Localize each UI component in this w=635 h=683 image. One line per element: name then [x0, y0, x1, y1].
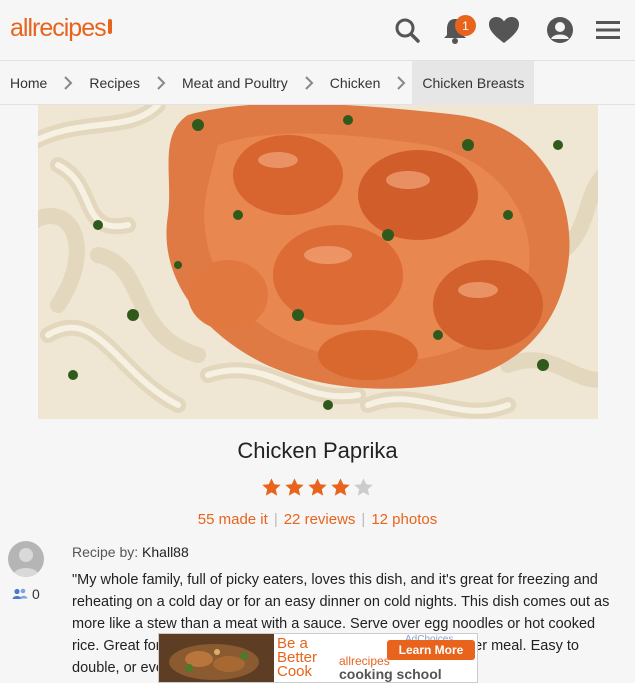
- star-icon: [308, 478, 327, 496]
- logo-mark: [107, 19, 112, 34]
- reviews-link[interactable]: 22 reviews: [284, 511, 356, 528]
- breadcrumb-chicken-breasts[interactable]: Chicken Breasts: [412, 60, 535, 105]
- chevron-right-icon: [390, 75, 412, 90]
- profile-button[interactable]: [543, 13, 577, 47]
- divider: |: [361, 511, 366, 528]
- followers-icon: [12, 588, 28, 599]
- breadcrumb-meat-and-poultry[interactable]: Meat and Poultry: [172, 61, 298, 105]
- chevron-right-icon: [57, 75, 79, 90]
- search-button[interactable]: [390, 13, 424, 47]
- menu-button[interactable]: [591, 13, 625, 47]
- cooking-school-ad[interactable]: Be a Better Cook AdChoices Learn More al…: [158, 633, 478, 683]
- breadcrumb-recipes[interactable]: Recipes: [79, 61, 150, 105]
- ad-food-image: [159, 634, 274, 682]
- ad-subtitle: cooking school: [339, 666, 442, 682]
- chicken-paprika-image: [38, 105, 598, 419]
- recipe-by: Recipe by: Khall88: [72, 544, 189, 560]
- menu-icon: [596, 21, 620, 39]
- breadcrumb-chicken[interactable]: Chicken: [320, 61, 391, 105]
- star-icon: [354, 478, 373, 496]
- favorites-button[interactable]: [487, 13, 521, 47]
- allrecipes-logo[interactable]: allrecipes: [10, 14, 112, 43]
- logo-text: allrecipes: [10, 14, 107, 42]
- heart-icon: [489, 17, 519, 43]
- search-icon: [395, 18, 420, 43]
- recipe-photo[interactable]: [38, 105, 598, 419]
- breadcrumb-home[interactable]: Home: [0, 61, 57, 105]
- recipe-stats: 55 made it | 22 reviews | 12 photos: [0, 511, 635, 528]
- followers-count[interactable]: 0: [12, 586, 40, 602]
- divider: |: [273, 511, 278, 528]
- avatar-icon: [12, 548, 40, 577]
- notification-badge: 1: [455, 15, 476, 36]
- author-name[interactable]: Khall88: [142, 544, 189, 560]
- author-avatar[interactable]: [8, 541, 44, 577]
- chevron-right-icon: [298, 75, 320, 90]
- rating-stars[interactable]: [261, 477, 374, 499]
- ad-headline: Be a Better Cook: [277, 635, 318, 680]
- chevron-right-icon: [150, 75, 172, 90]
- recipe-title: Chicken Paprika: [237, 438, 398, 463]
- star-icon: [285, 478, 304, 496]
- profile-icon: [547, 17, 573, 43]
- star-icon: [262, 478, 281, 496]
- learn-more-button[interactable]: Learn More: [387, 640, 475, 660]
- recipe-by-label: Recipe by:: [72, 544, 139, 560]
- photos-link[interactable]: 12 photos: [371, 511, 437, 528]
- star-icon: [331, 478, 350, 496]
- made-it-link[interactable]: 55 made it: [198, 511, 268, 528]
- top-bar: allrecipes 1: [0, 0, 635, 61]
- followers-number: 0: [32, 586, 40, 602]
- breadcrumb: Home Recipes Meat and Poultry Chicken Ch…: [0, 60, 635, 105]
